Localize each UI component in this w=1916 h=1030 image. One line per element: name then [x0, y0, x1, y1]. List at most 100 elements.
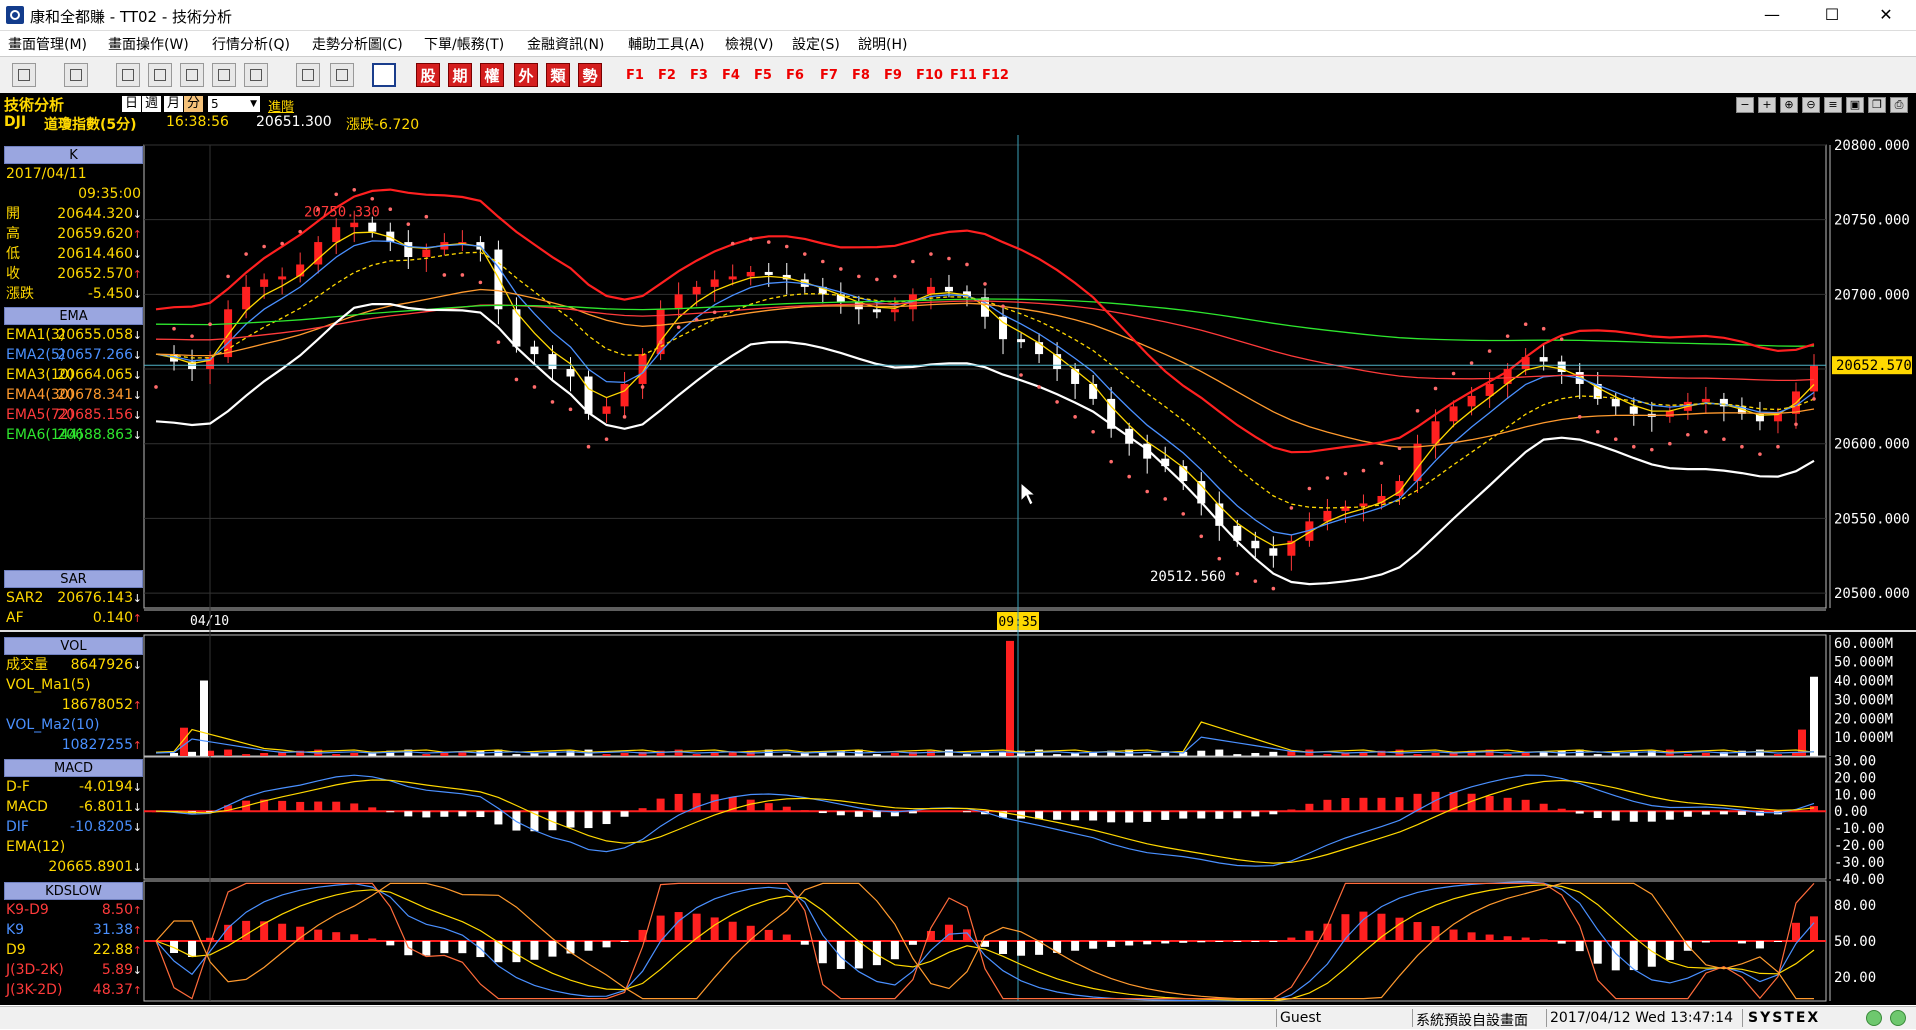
f1-key[interactable]: F1 — [626, 68, 644, 83]
brand-icon[interactable] — [372, 63, 396, 87]
menu-financial-info[interactable]: 金融資訊(N) — [527, 34, 604, 54]
kd-hist-bar — [620, 941, 629, 942]
macd-hist-bar — [1071, 811, 1080, 821]
stock-button[interactable]: 股 — [416, 63, 440, 87]
sar-dot — [442, 273, 447, 277]
kd-hist-bar — [836, 941, 845, 969]
kd-hist-bar — [1629, 941, 1638, 971]
sar-dot — [1145, 489, 1149, 494]
volume-pane-frame — [143, 634, 1827, 757]
f10-key[interactable]: F10 — [916, 68, 943, 83]
f7-key[interactable]: F7 — [820, 68, 838, 83]
maximize-button[interactable]: ☐ — [1802, 0, 1862, 30]
macd-hist-bar — [1737, 811, 1746, 815]
volume-bar — [1143, 754, 1152, 756]
technical-chart[interactable]: 20500.00020550.00020600.00020650.0002070… — [0, 93, 1916, 1005]
kd-hist-bar — [1503, 936, 1512, 941]
zoom-icon[interactable] — [116, 63, 140, 87]
sar-dot — [1127, 474, 1131, 479]
candle-body — [1269, 548, 1278, 556]
macd-hist-bar — [1395, 797, 1404, 812]
sar-dot — [586, 444, 591, 449]
candle-body — [422, 249, 431, 258]
sar-dot — [496, 340, 501, 344]
kd-hist-bar — [350, 934, 359, 941]
menu-view[interactable]: 檢視(V) — [725, 34, 774, 54]
kd-hist-bar — [512, 941, 521, 963]
f8-key[interactable]: F8 — [852, 68, 870, 83]
f6-key[interactable]: F6 — [786, 68, 804, 83]
foreign-button[interactable]: 外 — [514, 63, 538, 87]
sar-dot — [1325, 476, 1330, 480]
kd-hist-bar — [242, 920, 251, 941]
menu-settings[interactable]: 設定(S) — [792, 34, 840, 54]
sar-dot — [1415, 409, 1420, 413]
kd-hist-bar — [584, 941, 593, 951]
sar-dot — [730, 241, 735, 246]
options-button[interactable]: 權 — [480, 63, 504, 87]
globe-icon[interactable] — [244, 63, 268, 87]
menu-tools[interactable]: 輔助工具(A) — [628, 34, 705, 54]
f3-key[interactable]: F3 — [690, 68, 708, 83]
f2-key[interactable]: F2 — [658, 68, 676, 83]
sar-dot — [1343, 471, 1348, 476]
kd-hist-bar — [1593, 941, 1602, 964]
cascade-icon[interactable] — [212, 63, 236, 87]
close-window-icon[interactable] — [148, 63, 172, 87]
volume-spike-bar — [1006, 640, 1014, 756]
f11-key[interactable]: F11 — [950, 68, 977, 83]
volume-tick-label: 40.000M — [1834, 674, 1893, 690]
sar-dot — [154, 385, 158, 389]
sar-dot — [893, 274, 897, 279]
sar-dot — [911, 259, 915, 264]
menu-quote-analysis[interactable]: 行情分析(Q) — [212, 34, 290, 54]
sar-dot — [1577, 415, 1582, 419]
candle-body — [278, 276, 287, 280]
tile-icon[interactable] — [180, 63, 204, 87]
sar-dot — [1037, 385, 1041, 389]
sar-dot — [1073, 415, 1077, 419]
menu-trend-chart[interactable]: 走勢分析圖(C) — [312, 34, 403, 54]
sar-dot — [640, 385, 645, 389]
volume-bar — [981, 752, 989, 756]
sar-dot — [1361, 468, 1366, 473]
macd-hist-bar — [602, 811, 611, 825]
futures-button[interactable]: 期 — [448, 63, 472, 87]
sar-dot — [1001, 304, 1005, 309]
minimize-button[interactable]: — — [1742, 0, 1802, 30]
kd-hist-bar — [1233, 941, 1242, 942]
sar-dot — [514, 377, 519, 382]
layout-icon[interactable] — [12, 63, 36, 87]
candle-body — [1665, 410, 1674, 417]
menu-help[interactable]: 說明(H) — [858, 34, 907, 54]
sar-dot — [1181, 512, 1186, 516]
sar-dot — [1217, 556, 1222, 561]
macd-hist-bar — [1161, 811, 1170, 820]
kd-hist-bar — [1179, 941, 1188, 943]
f5-key[interactable]: F5 — [754, 68, 772, 83]
trend-button[interactable]: 勢 — [578, 63, 602, 87]
kd-hist-bar — [1017, 941, 1026, 956]
macd-hist-bar — [458, 811, 467, 817]
f12-key[interactable]: F12 — [982, 68, 1009, 83]
menu-screen-operate[interactable]: 畫面操作(W) — [108, 34, 189, 54]
kd-hist-bar — [566, 941, 575, 954]
macd-hist-bar — [1683, 811, 1692, 817]
category-button[interactable]: 類 — [546, 63, 570, 87]
f9-key[interactable]: F9 — [884, 68, 902, 83]
volume-bar — [1161, 752, 1170, 756]
menu-order-account[interactable]: 下單/帳務(T) — [424, 34, 504, 54]
sar-dot — [1704, 429, 1708, 434]
sar-dot — [1451, 371, 1456, 376]
kd-hist-bar — [1251, 941, 1260, 942]
monitor-icon[interactable] — [330, 63, 354, 87]
close-button[interactable]: ✕ — [1856, 0, 1916, 30]
menu-screen-manage[interactable]: 畫面管理(M) — [8, 34, 87, 54]
candle-body — [944, 286, 953, 292]
link-icon[interactable] — [296, 63, 320, 87]
macd-hist-bar — [1377, 797, 1386, 812]
macd-hist-bar — [1503, 797, 1512, 812]
f4-key[interactable]: F4 — [722, 68, 740, 83]
save-layout-icon[interactable] — [64, 63, 88, 87]
kd-hist-bar — [1791, 922, 1800, 941]
